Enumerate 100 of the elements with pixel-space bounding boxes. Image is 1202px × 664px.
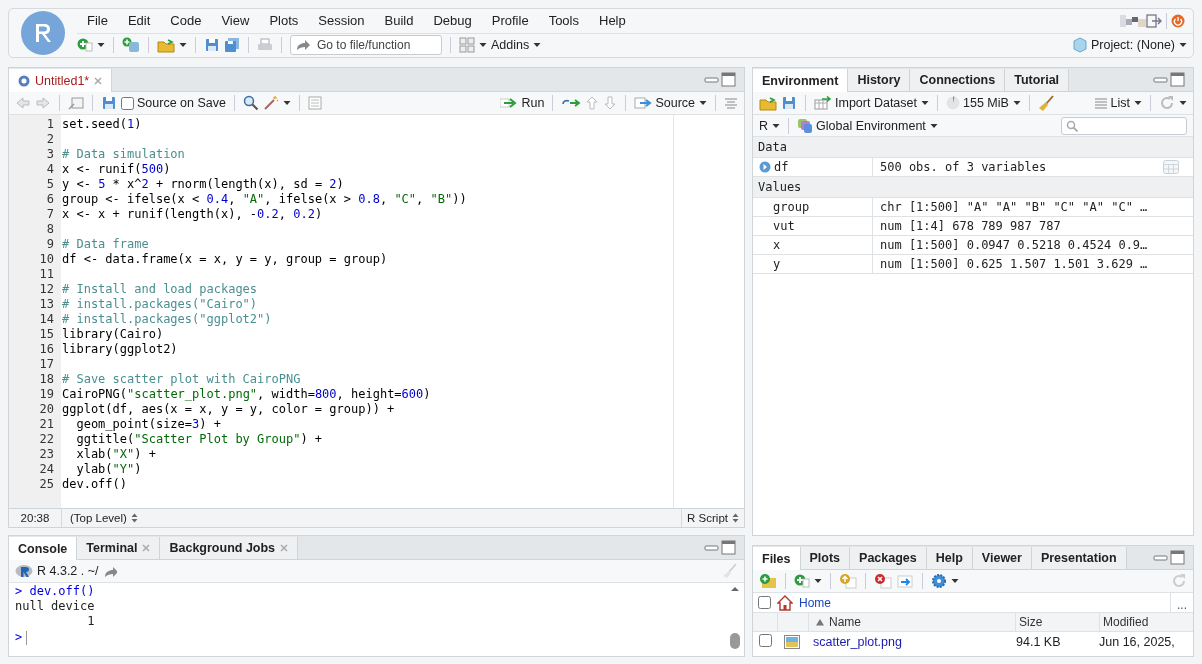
maximize-icon[interactable] [721, 540, 736, 555]
sign-out-icon[interactable] [1146, 14, 1162, 28]
menu-item[interactable]: Session [308, 13, 375, 29]
caret-icon[interactable] [1134, 100, 1142, 106]
breadcrumb-link[interactable]: Home [799, 595, 831, 610]
scope-selector[interactable]: (Top Level) [62, 512, 138, 524]
upload-icon[interactable] [839, 573, 857, 589]
tab[interactable]: History [848, 69, 911, 91]
expand-icon[interactable] [759, 161, 771, 173]
caret-icon[interactable] [1179, 100, 1187, 106]
close-icon[interactable] [142, 544, 151, 552]
file-link[interactable]: scatter_plot.png [813, 635, 902, 649]
more-button[interactable]: ... [1170, 593, 1193, 612]
tab[interactable]: Environment [753, 69, 849, 92]
project-menu[interactable]: Project: (None) [1090, 38, 1175, 53]
save-icon[interactable] [781, 95, 797, 111]
tab[interactable]: Console [9, 537, 78, 560]
caret-icon[interactable] [1012, 100, 1021, 106]
search-icon[interactable] [242, 95, 259, 111]
tab[interactable]: Help [926, 547, 973, 569]
save-all-icon[interactable] [224, 37, 240, 54]
column-header[interactable]: Size [1019, 615, 1043, 629]
save-icon[interactable] [101, 95, 117, 111]
menu-item[interactable]: Build [374, 13, 424, 29]
arrow-icon[interactable] [102, 565, 117, 577]
code-line: # install.packages("Cairo") [62, 297, 259, 312]
tab[interactable]: Terminal [77, 537, 161, 559]
select-all-checkbox[interactable] [758, 596, 771, 609]
up-arrow-icon[interactable] [585, 96, 600, 110]
delete-icon[interactable] [874, 573, 892, 589]
tab[interactable]: Packages [850, 547, 927, 569]
menu-item[interactable]: File [77, 13, 118, 29]
down-arrow-icon[interactable] [603, 96, 618, 110]
run-button[interactable]: Run [500, 96, 545, 110]
memory-usage[interactable]: 155 MiB [946, 96, 1009, 110]
save-icon[interactable] [204, 37, 220, 54]
r-file-icon[interactable] [18, 74, 30, 87]
caret-icon[interactable] [929, 122, 938, 129]
addins-menu[interactable]: Addins [491, 38, 530, 53]
tab[interactable]: Plots [800, 547, 851, 569]
caret-icon[interactable] [699, 100, 707, 106]
tab[interactable]: Presentation [1031, 547, 1127, 569]
column-header[interactable]: Name [829, 615, 861, 629]
new-project-icon[interactable] [122, 37, 140, 54]
environment-menu[interactable]: Global Environment [797, 117, 926, 134]
rerun-icon[interactable] [561, 97, 582, 109]
import-dataset-button[interactable]: Import Dataset [814, 96, 917, 110]
column-header[interactable]: Modified [1103, 615, 1149, 629]
open-folder-icon[interactable] [759, 95, 777, 111]
caret-icon[interactable] [97, 42, 105, 49]
new-folder-icon[interactable] [759, 573, 777, 589]
caret-icon[interactable] [951, 578, 959, 584]
tab[interactable]: Connections [910, 69, 1006, 91]
close-icon[interactable] [94, 76, 103, 85]
caret-icon[interactable] [479, 42, 487, 49]
checkbox-label[interactable]: Source on Save [137, 96, 226, 110]
maximize-icon[interactable] [721, 72, 736, 87]
file-type-selector[interactable]: R Script [681, 509, 744, 527]
caret-icon[interactable] [533, 42, 542, 49]
menu-item[interactable]: Tools [538, 13, 589, 29]
sort-ascending-icon[interactable] [815, 618, 825, 626]
tab[interactable]: Background Jobs [160, 537, 299, 559]
maximize-icon[interactable] [1170, 550, 1185, 565]
power-icon[interactable] [1171, 14, 1185, 28]
tab[interactable]: Untitled1* [9, 69, 113, 92]
menu-item[interactable]: Edit [117, 13, 161, 29]
tab[interactable]: Files [753, 547, 801, 570]
search-field[interactable] [1061, 116, 1187, 135]
menu-item[interactable]: Help [589, 13, 636, 29]
source-button[interactable]: Source [634, 96, 695, 110]
caret-icon[interactable] [282, 100, 291, 106]
caret-icon[interactable] [1179, 42, 1187, 49]
language-menu[interactable]: R [759, 118, 769, 133]
tab[interactable]: Viewer [972, 547, 1032, 569]
code-line: # Data frame [62, 237, 150, 252]
maximize-icon[interactable] [1170, 72, 1185, 87]
menu-item[interactable]: View [211, 13, 260, 29]
line-number: 21 [38, 417, 55, 432]
row-checkbox[interactable] [759, 634, 772, 647]
caret-icon[interactable] [814, 578, 822, 584]
section-heading: Values [753, 177, 1193, 198]
magic-wand-icon[interactable] [262, 95, 279, 111]
show-in-window-icon[interactable] [68, 96, 84, 110]
menu-item[interactable]: Debug [423, 13, 482, 29]
caret-icon[interactable] [179, 42, 187, 49]
gear-icon[interactable] [931, 573, 947, 589]
broom-icon[interactable] [1037, 95, 1054, 111]
home-icon[interactable] [777, 594, 793, 611]
view-mode-menu[interactable]: List [1093, 96, 1130, 110]
checkbox[interactable] [121, 96, 134, 110]
menu-item[interactable]: Profile [481, 13, 539, 29]
close-icon[interactable] [280, 544, 289, 552]
caret-icon[interactable] [921, 100, 929, 106]
caret-icon[interactable] [772, 122, 781, 129]
rename-icon[interactable] [896, 573, 914, 589]
tab[interactable]: Tutorial [1005, 69, 1070, 91]
menu-item[interactable]: Plots [259, 13, 309, 29]
code-line: df <- data.frame(x = x, y = y, group = group) [62, 252, 389, 267]
search-field[interactable]: Go to file/function [290, 35, 442, 56]
menu-item[interactable]: Code [160, 13, 212, 29]
